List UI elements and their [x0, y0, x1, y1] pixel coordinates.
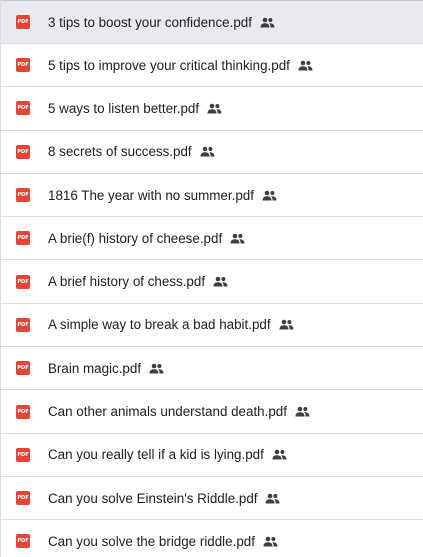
file-name: A brie(f) history of cheese.pdf — [48, 230, 223, 246]
file-row[interactable]: PDF Can you solve the bridge riddle.pdf — [1, 520, 423, 557]
file-row[interactable]: PDF Can you really tell if a kid is lying… — [1, 434, 423, 477]
file-row[interactable]: PDF A brie(f) history of cheese.pdf — [1, 217, 423, 261]
file-name: Can you really tell if a kid is lying.pd… — [48, 447, 264, 463]
file-list: PDF 3 tips to boost your confidence.pdf PD… — [0, 0, 423, 557]
pdf-icon: PDF — [16, 534, 30, 549]
pdf-icon: PDF — [16, 231, 30, 246]
file-row[interactable]: PDF 5 tips to improve your critical think… — [1, 44, 423, 88]
file-name: Can you solve Einstein's Riddle.pdf — [48, 490, 258, 506]
pdf-icon: PDF — [16, 101, 30, 116]
shared-people-icon — [230, 233, 245, 244]
file-name: 8 secrets of success.pdf — [48, 144, 192, 160]
file-row[interactable]: PDF 3 tips to boost your confidence.pdf — [1, 0, 423, 44]
shared-people-icon — [272, 449, 287, 460]
file-name: Can other animals understand death.pdf — [48, 404, 287, 420]
file-name: A simple way to break a bad habit.pdf — [48, 317, 271, 333]
file-row[interactable]: PDF 5 ways to listen better.pdf — [1, 87, 423, 131]
file-row[interactable]: PDF A brief history of chess.pdf — [1, 260, 423, 304]
shared-people-icon — [207, 103, 222, 114]
pdf-icon: PDF — [16, 188, 30, 203]
file-name: 5 ways to listen better.pdf — [48, 100, 200, 116]
pdf-icon: PDF — [16, 274, 30, 289]
shared-people-icon — [295, 406, 310, 417]
pdf-icon: PDF — [16, 317, 30, 332]
shared-people-icon — [298, 60, 313, 71]
file-name: 3 tips to boost your confidence.pdf — [48, 14, 252, 30]
shared-people-icon — [200, 146, 215, 157]
shared-people-icon — [279, 319, 294, 330]
file-name: Can you solve the bridge riddle.pdf — [48, 533, 255, 549]
shared-people-icon — [265, 493, 280, 504]
pdf-icon: PDF — [16, 58, 30, 73]
shared-people-icon — [149, 363, 164, 374]
file-name: 1816 The year with no summer.pdf — [48, 187, 254, 203]
pdf-icon: PDF — [16, 491, 30, 506]
shared-people-icon — [262, 190, 277, 201]
file-row[interactable]: PDF Brain magic.pdf — [1, 347, 423, 391]
file-row[interactable]: PDF 8 secrets of success.pdf — [1, 131, 423, 174]
pdf-icon: PDF — [16, 361, 30, 376]
file-row[interactable]: PDF A simple way to break a bad habit.pdf — [1, 304, 423, 348]
pdf-icon: PDF — [16, 404, 30, 419]
pdf-icon: PDF — [16, 144, 30, 159]
pdf-icon: PDF — [16, 447, 30, 462]
file-name: Brain magic.pdf — [48, 360, 142, 376]
file-name: 5 tips to improve your critical thinking… — [48, 57, 290, 73]
file-name: A brief history of chess.pdf — [48, 274, 206, 290]
shared-people-icon — [213, 276, 228, 287]
pdf-icon: PDF — [16, 15, 30, 29]
file-row[interactable]: PDF Can other animals understand death.pd… — [1, 390, 423, 434]
shared-people-icon — [263, 536, 278, 547]
shared-people-icon — [260, 17, 275, 28]
file-row[interactable]: PDF Can you solve Einstein's Riddle.pdf — [1, 477, 423, 521]
file-row[interactable]: PDF 1816 The year with no summer.pdf — [1, 174, 423, 218]
